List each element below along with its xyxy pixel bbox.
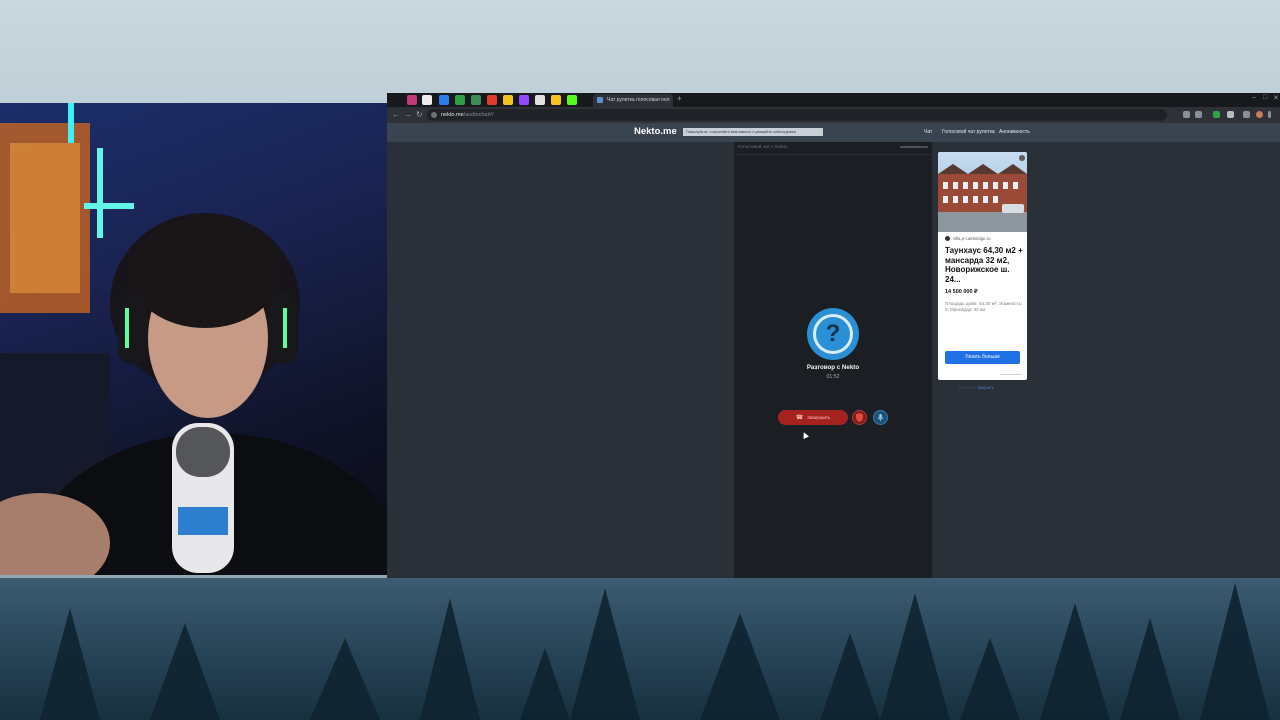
site-logo[interactable]: Nekto.me <box>634 126 677 137</box>
page-content: Голосовой чат с Nekto ? Разговор с Nekto… <box>387 142 1280 578</box>
question-mark-icon: ? <box>813 314 853 354</box>
conversation-title: Разговор с Nekto <box>806 364 860 371</box>
nav-link-voice-roulette[interactable]: Голосовой чат рулетка <box>942 129 995 135</box>
ad-source: villa.p-cambridge.ru <box>945 236 991 242</box>
pinned-tab-icon[interactable] <box>551 95 561 105</box>
ad-description: Площадь дома: 64,30 м²; Этажность: 3; Ма… <box>945 301 1023 312</box>
minimize-icon[interactable]: – <box>1252 94 1256 101</box>
end-call-button[interactable]: ☎ Завершить <box>778 410 848 425</box>
ad-close-link[interactable]: Закрыть <box>977 385 994 390</box>
call-timer: 01:52 <box>826 374 840 380</box>
ad-title[interactable]: Таунхаус 64,30 м2 + мансарда 32 м2, Ново… <box>945 246 1025 284</box>
url-path: /audiochat#/ <box>463 112 494 118</box>
browser-menu-icon[interactable] <box>1268 111 1271 118</box>
site-header: Nekto.me Пожалуйста, сохраняйте вежливос… <box>387 123 1280 142</box>
microphone-icon <box>877 414 884 422</box>
globe-icon <box>945 236 950 242</box>
forward-icon[interactable]: → <box>404 110 412 120</box>
header-notice: Пожалуйста, сохраняйте вежливость и уваж… <box>683 128 823 136</box>
ad-price: 14 500 000 ₽ <box>945 289 978 295</box>
back-icon[interactable]: ← <box>392 110 400 120</box>
pinned-tab-icon[interactable] <box>455 95 465 105</box>
pinned-tab-icon[interactable] <box>487 95 497 105</box>
pinned-tab-icon[interactable] <box>422 95 432 105</box>
ad-divider <box>1000 374 1022 375</box>
active-tab[interactable]: Чат рулетка голосовая онл <box>593 94 673 107</box>
streamer-webcam <box>0 103 387 575</box>
close-window-icon[interactable]: ✕ <box>1273 94 1279 102</box>
url-domain: nekto.me <box>441 112 464 118</box>
pinned-tab-icon[interactable] <box>503 95 513 105</box>
pinned-tab-icon[interactable] <box>471 95 481 105</box>
extension-icon[interactable] <box>1213 111 1220 118</box>
pinned-tab-icon[interactable] <box>535 95 545 105</box>
browser-window: Чат рулетка голосовая онл + – □ ✕ ← → ↻ … <box>387 93 1280 578</box>
ad-learn-more-button[interactable]: Узнать больше <box>945 351 1020 364</box>
nav-link-anonymity[interactable]: Анонимность <box>999 129 1030 135</box>
bookmark-star-icon[interactable] <box>1195 111 1202 118</box>
url-bar[interactable]: nekto.me/audiochat#/ <box>427 109 1167 121</box>
sidebar-icon[interactable] <box>1243 111 1250 118</box>
divider <box>734 154 932 155</box>
site-info-icon[interactable] <box>431 112 437 118</box>
tab-strip: Чат рулетка голосовая онл + – □ ✕ <box>387 93 1280 107</box>
maximize-icon[interactable]: □ <box>1263 94 1267 101</box>
active-tab-title: Чат рулетка голосовая онл <box>607 97 670 103</box>
reload-icon[interactable]: ↻ <box>416 110 423 120</box>
phone-hangup-icon: ☎ <box>795 415 804 421</box>
ad-image: ⋮ <box>938 152 1027 232</box>
favicon-icon <box>597 97 603 103</box>
extensions-puzzle-icon[interactable] <box>1227 111 1234 118</box>
chat-panel-title: Голосовой чат с Nekto <box>738 145 788 150</box>
ad-label: Реклама <box>959 385 977 390</box>
nav-link-chat[interactable]: Чат <box>924 129 932 135</box>
forest-background <box>0 578 1280 720</box>
mouse-cursor <box>801 431 809 439</box>
pinned-tab-icon[interactable] <box>407 95 417 105</box>
ad-banner[interactable]: ⋮ villa.p-cambridge.ru Таунхаус 64,30 м2… <box>938 152 1027 380</box>
extension-icon[interactable] <box>1183 111 1190 118</box>
stranger-avatar: ? <box>807 308 859 360</box>
report-button[interactable] <box>852 410 867 425</box>
ad-footer: Реклама Закрыть <box>959 385 994 390</box>
end-call-label: Завершить <box>807 415 831 420</box>
volume-slider[interactable] <box>900 146 928 148</box>
pinned-tab-icon[interactable] <box>519 95 529 105</box>
ad-menu-icon[interactable]: ⋮ <box>1019 155 1025 161</box>
address-bar-row: ← → ↻ nekto.me/audiochat#/ <box>387 107 1280 123</box>
pinned-tab-icon[interactable] <box>567 95 577 105</box>
shield-icon <box>856 413 863 422</box>
microphone-button[interactable] <box>873 410 888 425</box>
profile-avatar-icon[interactable] <box>1256 111 1263 118</box>
new-tab-button[interactable]: + <box>677 94 682 103</box>
pinned-tab-icon[interactable] <box>439 95 449 105</box>
voice-chat-panel: Голосовой чат с Nekto ? Разговор с Nekto… <box>734 142 932 578</box>
